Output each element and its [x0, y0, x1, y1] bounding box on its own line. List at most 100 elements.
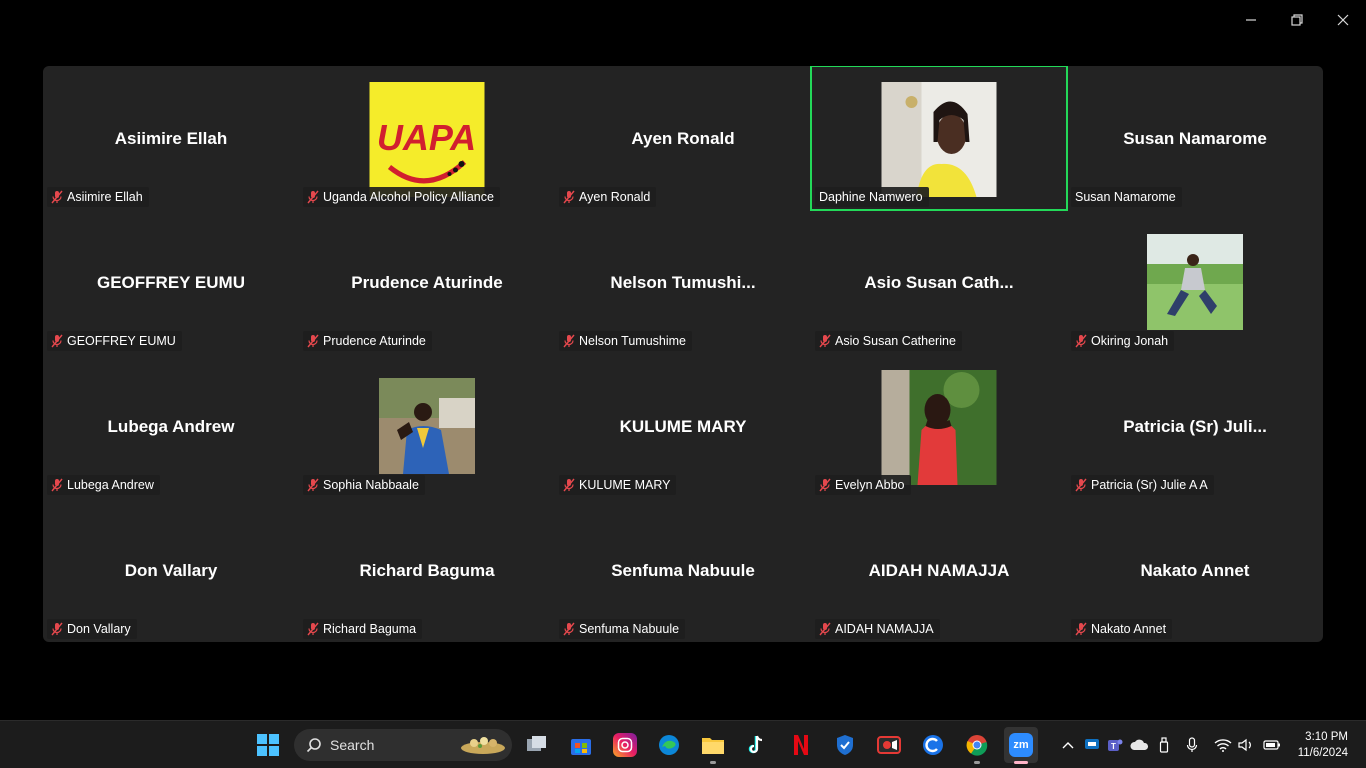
participant-name-label: Lubega Andrew: [67, 478, 154, 492]
participant-name-tag: Nakato Annet: [1071, 619, 1173, 639]
participant-tile[interactable]: Sophia Nabbaale: [299, 354, 555, 498]
participant-name-label: Don Vallary: [67, 622, 131, 636]
participant-tile[interactable]: Okiring Jonah: [1067, 210, 1323, 354]
clock-date: 11/6/2024: [1297, 747, 1348, 759]
participant-name-tag: Evelyn Abbo: [815, 475, 911, 495]
participant-tile[interactable]: Susan Namarome Susan Namarome: [1067, 66, 1323, 210]
zoom-taskbar-button[interactable]: zm: [1004, 727, 1038, 763]
participant-display-name: AIDAH NAMAJJA: [868, 561, 1010, 580]
ccleaner-icon[interactable]: [921, 733, 945, 757]
participant-tile[interactable]: Don Vallary Don Vallary: [43, 498, 299, 642]
participant-name-tag: AIDAH NAMAJJA: [815, 619, 940, 639]
tray-volume-icon[interactable]: [1237, 733, 1255, 757]
participant-tile[interactable]: Asiimire Ellah Asiimire Ellah: [43, 66, 299, 210]
minimize-button[interactable]: [1228, 0, 1274, 40]
edge-icon[interactable]: [657, 733, 681, 757]
zoom-icon: zm: [1009, 733, 1033, 757]
participant-name-label: GEOFFREY EUMU: [67, 334, 176, 348]
muted-microphone-icon: [1075, 622, 1087, 636]
windows-start-icon[interactable]: [256, 733, 280, 757]
muted-microphone-icon: [51, 190, 63, 204]
participant-display-name: Nakato Annet: [1140, 561, 1250, 580]
svg-text:T: T: [1111, 742, 1116, 751]
participant-display-name: Prudence Aturinde: [351, 273, 503, 292]
participant-tile[interactable]: Lubega Andrew Lubega Andrew: [43, 354, 299, 498]
participant-display-name: Ayen Ronald: [631, 129, 735, 148]
participant-display-name: Richard Baguma: [359, 561, 495, 580]
participant-tile[interactable]: Ayen Ronald Ayen Ronald: [555, 66, 811, 210]
participant-name-tag: Uganda Alcohol Policy Alliance: [303, 187, 500, 207]
participant-name-tag: Don Vallary: [47, 619, 137, 639]
file-explorer-running-indicator: [710, 761, 716, 764]
restore-icon: [1291, 14, 1303, 26]
participant-photo: UAPA: [369, 82, 485, 197]
instagram-icon[interactable]: [613, 733, 637, 757]
taskbar-clock[interactable]: 3:10 PM 11/6/2024: [1298, 729, 1348, 761]
participant-name-label: Prudence Aturinde: [323, 334, 426, 348]
participant-gallery: Asiimire Ellah Asiimire Ellah UAPA Uganda A…: [43, 66, 1323, 642]
tray-teams-icon[interactable]: T: [1106, 733, 1124, 757]
participant-photo: [379, 378, 475, 474]
close-button[interactable]: [1320, 0, 1366, 40]
participant-tile[interactable]: Nelson Tumushi... Nelson Tumushime: [555, 210, 811, 354]
participant-name-tag: Susan Namarome: [1071, 187, 1182, 207]
muted-microphone-icon: [51, 334, 63, 348]
muted-microphone-icon: [51, 622, 63, 636]
participant-name-label: AIDAH NAMAJJA: [835, 622, 934, 636]
participant-tile[interactable]: Nakato Annet Nakato Annet: [1067, 498, 1323, 642]
participant-name-label: Uganda Alcohol Policy Alliance: [323, 190, 494, 204]
restore-button[interactable]: [1274, 0, 1320, 40]
participant-name-label: Patricia (Sr) Julie A A: [1091, 478, 1208, 492]
tray-chat-icon[interactable]: [1083, 733, 1101, 757]
participant-name-label: Daphine Namwero: [819, 190, 923, 204]
muted-microphone-icon: [819, 622, 831, 636]
clock-time: 3:10 PM: [1305, 731, 1348, 743]
participant-display-name: Nelson Tumushi...: [610, 273, 756, 292]
participant-tile[interactable]: GEOFFREY EUMU GEOFFREY EUMU: [43, 210, 299, 354]
tray-microphone-icon[interactable]: [1184, 733, 1200, 757]
muted-microphone-icon: [563, 622, 575, 636]
netflix-icon[interactable]: [789, 733, 813, 757]
participant-tile[interactable]: Asio Susan Cath... Asio Susan Catherine: [811, 210, 1067, 354]
search-icon: [306, 738, 321, 753]
participant-tile[interactable]: UAPA Uganda Alcohol Policy Alliance: [299, 66, 555, 210]
security-shield-icon[interactable]: [833, 733, 857, 757]
participant-tile[interactable]: Richard Baguma Richard Baguma: [299, 498, 555, 642]
participant-tile[interactable]: Prudence Aturinde Prudence Aturinde: [299, 210, 555, 354]
participant-name-tag: Prudence Aturinde: [303, 331, 432, 351]
screen-recorder-icon[interactable]: [877, 733, 901, 757]
participant-tile[interactable]: Evelyn Abbo: [811, 354, 1067, 498]
participant-tile[interactable]: Patricia (Sr) Juli... Patricia (Sr) Julie…: [1067, 354, 1323, 498]
chrome-icon[interactable]: [965, 733, 989, 757]
tray-wifi-icon[interactable]: [1213, 733, 1233, 757]
participant-name-label: Nakato Annet: [1091, 622, 1167, 636]
participant-tile[interactable]: KULUME MARY KULUME MARY: [555, 354, 811, 498]
participant-name-tag: KULUME MARY: [559, 475, 677, 495]
participant-tile[interactable]: Senfuma Nabuule Senfuma Nabuule: [555, 498, 811, 642]
muted-microphone-icon: [1075, 334, 1087, 348]
participant-display-name: GEOFFREY EUMU: [97, 273, 245, 292]
participant-name-label: Asiimire Ellah: [67, 190, 143, 204]
file-explorer-icon[interactable]: [701, 733, 725, 757]
tiktok-icon[interactable]: [745, 733, 769, 757]
tray-overflow-chevron-icon[interactable]: [1060, 733, 1076, 757]
participant-tile[interactable]: AIDAH NAMAJJA AIDAH NAMAJJA: [811, 498, 1067, 642]
tray-usb-icon[interactable]: [1156, 733, 1172, 757]
tray-battery-icon[interactable]: [1262, 733, 1282, 757]
participant-tile[interactable]: Daphine Namwero: [810, 66, 1068, 211]
participant-name-tag: Okiring Jonah: [1071, 331, 1175, 351]
participant-name-label: Nelson Tumushime: [579, 334, 686, 348]
task-view-icon[interactable]: [525, 733, 549, 757]
participant-display-name: Lubega Andrew: [107, 417, 235, 436]
microsoft-store-icon[interactable]: [569, 733, 593, 757]
muted-microphone-icon: [819, 478, 831, 492]
participant-photo: [881, 82, 997, 197]
muted-microphone-icon: [307, 478, 319, 492]
search-highlight-icon: [458, 732, 508, 759]
tray-onedrive-icon[interactable]: [1129, 733, 1151, 757]
participant-name-tag: Ayen Ronald: [559, 187, 657, 207]
participant-name-tag: Richard Baguma: [303, 619, 423, 639]
participant-name-tag: Lubega Andrew: [47, 475, 160, 495]
participant-name-tag: Nelson Tumushime: [559, 331, 692, 351]
taskbar-search[interactable]: Search: [294, 729, 512, 761]
